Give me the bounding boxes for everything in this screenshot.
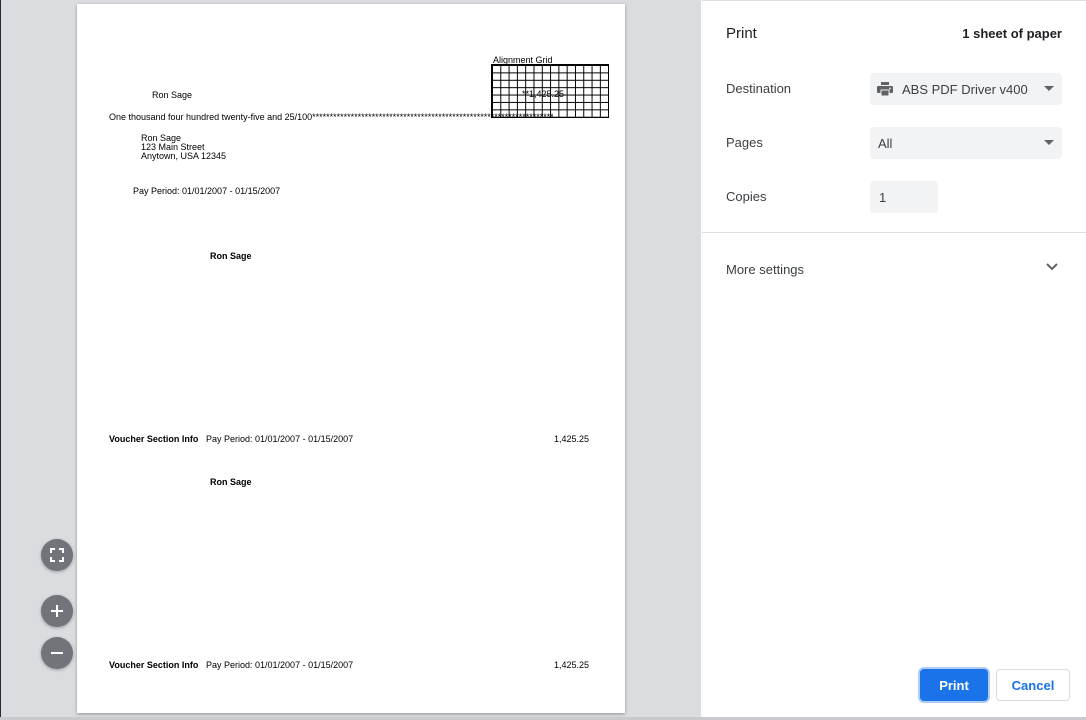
- pages-label: Pages: [726, 135, 763, 150]
- print-preview-area[interactable]: Alignment Grid **1,425.25 Ron Sage One t…: [1, 0, 701, 717]
- preview-page: Alignment Grid **1,425.25 Ron Sage One t…: [77, 4, 625, 713]
- zoom-in-icon: [51, 605, 63, 617]
- pages-value: All: [878, 135, 893, 151]
- print-settings-panel: Print 1 sheet of paper Destination ABS P…: [702, 0, 1086, 717]
- employee-heading: Ron Sage: [210, 477, 252, 487]
- fit-to-page-button[interactable]: [41, 539, 73, 571]
- amount-in-words: One thousand four hundred twenty-five an…: [109, 113, 553, 122]
- voucher-label: Voucher Section Info: [109, 660, 199, 670]
- address-city: Anytown, USA 12345: [141, 151, 227, 161]
- zoom-out-icon: [51, 652, 63, 654]
- voucher-amount: 1,425.25: [554, 434, 590, 444]
- pages-select[interactable]: All: [870, 127, 1062, 159]
- voucher-period: Pay Period: 01/01/2007 - 01/15/2007: [206, 434, 354, 444]
- zoom-in-button[interactable]: [41, 595, 73, 627]
- zoom-out-button[interactable]: [41, 637, 73, 669]
- voucher-amount: 1,425.25: [554, 660, 590, 670]
- print-button[interactable]: Print: [920, 669, 988, 701]
- copies-input[interactable]: 1: [870, 181, 938, 213]
- copies-label: Copies: [726, 189, 767, 204]
- pay-period: Pay Period: 01/01/2007 - 01/15/2007: [133, 186, 281, 196]
- destination-value: ABS PDF Driver v400: [902, 81, 1028, 97]
- chevron-down-icon[interactable]: [1046, 263, 1058, 271]
- payee-name: Ron Sage: [152, 90, 193, 100]
- printer-icon: [877, 82, 893, 96]
- voucher-period: Pay Period: 01/01/2007 - 01/15/2007: [206, 660, 354, 670]
- more-settings-toggle[interactable]: More settings: [726, 262, 804, 277]
- employee-heading: Ron Sage: [210, 251, 252, 261]
- check-amount: **1,425.25: [522, 89, 565, 99]
- divider: [702, 232, 1086, 233]
- panel-title: Print: [726, 25, 757, 42]
- destination-select[interactable]: ABS PDF Driver v400: [870, 73, 1062, 105]
- sheet-count: 1 sheet of paper: [962, 26, 1062, 41]
- voucher-label: Voucher Section Info: [109, 434, 199, 444]
- chevron-down-icon: [1044, 140, 1054, 145]
- fit-to-page-icon: [50, 548, 64, 562]
- chevron-down-icon: [1044, 86, 1054, 91]
- cancel-button[interactable]: Cancel: [996, 669, 1070, 701]
- destination-label: Destination: [726, 81, 792, 96]
